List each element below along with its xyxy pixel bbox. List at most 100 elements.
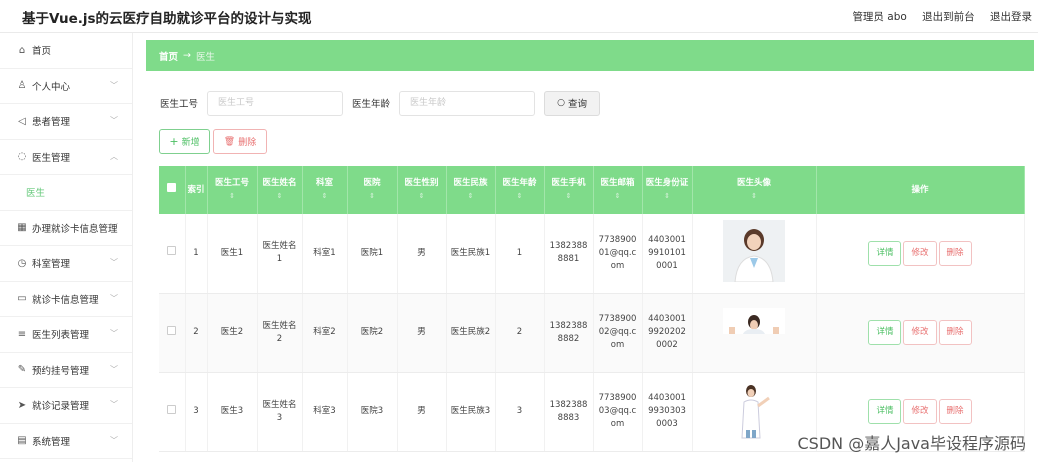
cell-name: 医生姓名1	[257, 214, 303, 294]
breadcrumb-home[interactable]: 首页	[159, 49, 178, 63]
doctor-id-label: 医生工号	[160, 99, 199, 110]
doctor-avatar-image	[723, 219, 785, 282]
system-icon: ▤	[17, 435, 27, 447]
sidebar-item-4[interactable]: 医生	[0, 175, 132, 211]
grid-icon: ▦	[17, 222, 27, 234]
column-header[interactable]: 医生民族 ⇕	[446, 166, 496, 214]
cell-email: 773890001@qq.com	[593, 214, 643, 294]
column-header[interactable]: 医生性别 ⇕	[397, 166, 447, 214]
sidebar-item-7[interactable]: ▭ 就诊卡信息管理 ﹀	[0, 282, 132, 317]
chevron-icon: ﹀	[110, 435, 118, 445]
column-header-label: 医生民族	[453, 178, 488, 188]
sort-icon: ⇕	[614, 192, 621, 200]
cell-operations: 详情 修改 删除	[816, 214, 1025, 294]
column-header-label: 医生手机	[551, 178, 586, 188]
cell-email: 773890003@qq.com	[593, 372, 643, 452]
row-checkbox[interactable]	[167, 325, 177, 335]
logout-link[interactable]: 退出登录	[990, 11, 1032, 23]
row-delete-button[interactable]: 删除	[938, 399, 972, 424]
top-header: 基于Vue.js的云医疗自助就诊平台的设计与实现 管理员 abo 退出到前台 退…	[0, 0, 1038, 33]
sidebar-item-1[interactable]: ♙ 个人中心 ﹀	[0, 69, 132, 104]
query-button[interactable]: ○ 查询	[544, 90, 601, 116]
cell-operations: 详情 修改 删除	[816, 293, 1025, 373]
edit-button[interactable]: 修改	[903, 240, 937, 266]
delete-button-label: 删除	[238, 138, 257, 148]
row-select-cell	[159, 214, 186, 294]
sidebar: ⌂ 首页 ♙ 个人中心 ﹀ ◁ 患者管理 ﹀ ◌ 医生管理 ︿ 医生 ▦ 办理就诊卡信息管理 ﹀ ◷ 科室管理 ﹀…	[0, 33, 133, 462]
chevron-icon: ﹀	[110, 80, 118, 90]
cell-avatar	[692, 293, 817, 373]
sidebar-item-label: 医生管理	[32, 152, 71, 164]
sidebar-item-10[interactable]: ➤ 就诊记录管理 ﹀	[0, 388, 132, 424]
sidebar-item-6[interactable]: ◷ 科室管理 ﹀	[0, 246, 132, 282]
send-icon: ◁	[18, 115, 26, 127]
row-select-cell	[159, 372, 186, 452]
sidebar-item-9[interactable]: ✎ 预约挂号管理 ﹀	[0, 353, 132, 388]
column-header[interactable]: 医生手机 ⇕	[544, 166, 594, 214]
detail-button[interactable]: 详情	[868, 399, 902, 424]
row-checkbox[interactable]	[167, 404, 177, 414]
cell-ethnicity: 医生民族1	[446, 214, 496, 294]
edit-button[interactable]: 修改	[903, 399, 937, 424]
row-select-cell	[159, 293, 186, 373]
column-header[interactable]: 医生头像 ⇕	[692, 166, 817, 214]
sidebar-item-3[interactable]: ◌ 医生管理 ︿	[0, 140, 132, 175]
cell-age: 1	[495, 214, 545, 294]
chevron-icon: ︿	[110, 151, 118, 161]
app-title: 基于Vue.js的云医疗自助就诊平台的设计与实现	[22, 11, 312, 27]
sidebar-item-5[interactable]: ▦ 办理就诊卡信息管理 ﹀	[0, 211, 132, 246]
doctor-id-input[interactable]	[207, 90, 344, 116]
chevron-icon: ﹀	[110, 116, 118, 125]
cell-index: 2	[185, 293, 208, 373]
cell-email: 773890002@qq.com	[593, 293, 643, 373]
sort-icon: ⇕	[664, 192, 670, 200]
doctor-age-input[interactable]	[399, 90, 536, 116]
card-icon: ▭	[17, 293, 27, 305]
column-header-label: 操作	[911, 184, 929, 195]
column-header[interactable]: 医生姓名 ⇕	[257, 166, 303, 214]
select-all-checkbox[interactable]	[167, 183, 177, 192]
cell-dept: 科室1	[302, 214, 348, 294]
edit-button[interactable]: 修改	[903, 320, 937, 345]
sidebar-item-2[interactable]: ◁ 患者管理 ﹀	[0, 104, 132, 140]
breadcrumb-arrow: →	[183, 50, 191, 61]
cell-ethnicity: 医生民族2	[446, 293, 496, 373]
clock-icon: ◷	[17, 257, 27, 269]
cell-avatar	[692, 214, 817, 294]
detail-button[interactable]: 详情	[868, 240, 902, 266]
sort-icon: ⇕	[229, 192, 235, 200]
doctor-avatar-image	[723, 378, 785, 440]
add-button[interactable]: + 新增	[159, 129, 210, 154]
detail-button[interactable]: 详情	[868, 320, 902, 345]
column-header[interactable]: 医生邮箱 ⇕	[593, 166, 643, 214]
breadcrumb: 首页 → 医生	[146, 40, 1034, 71]
column-header[interactable]: 医生身份证 ⇕	[642, 166, 693, 214]
sidebar-item-8[interactable]: ≡ 医生列表管理 ﹀	[0, 317, 132, 353]
sidebar-item-11[interactable]: ▤ 系统管理 ﹀	[0, 424, 132, 459]
sidebar-item-label: 患者管理	[32, 117, 71, 129]
column-header[interactable]: 医生年龄 ⇕	[495, 166, 545, 214]
row-delete-button[interactable]: 删除	[938, 320, 972, 345]
cell-ethnicity: 医生民族3	[446, 372, 496, 452]
column-header-label: 医生工号	[214, 178, 249, 188]
cell-id: 医生1	[207, 214, 258, 294]
row-checkbox[interactable]	[167, 246, 177, 256]
column-header-label: 医生身份证	[645, 178, 689, 188]
table-row: 1 医生1 医生姓名1 科室1 医院1 男医生民族1 1 13823888881 7738900…	[159, 214, 1025, 294]
back-to-front-link[interactable]: 退出到前台	[922, 11, 975, 23]
query-button-label: 查询	[567, 99, 587, 110]
cell-hospital: 医院1	[347, 214, 398, 294]
cell-phone: 13823888882	[544, 293, 594, 373]
select-all-header[interactable]	[159, 166, 186, 214]
sort-icon: ⇕	[565, 192, 572, 200]
column-header[interactable]: 医生工号 ⇕	[207, 166, 258, 214]
column-header[interactable]: 科室 ⇕	[302, 166, 348, 214]
cell-phone: 13823888883	[544, 372, 594, 452]
column-header-label: 医生姓名	[262, 178, 297, 188]
plus-icon: +	[169, 135, 179, 148]
column-header[interactable]: 医院 ⇕	[347, 166, 398, 214]
row-delete-button[interactable]: 删除	[938, 240, 972, 266]
delete-button[interactable]: 🗑 删除	[213, 129, 267, 154]
sidebar-item-0[interactable]: ⌂ 首页	[0, 33, 132, 69]
column-header-label: 医生年龄	[502, 178, 537, 188]
